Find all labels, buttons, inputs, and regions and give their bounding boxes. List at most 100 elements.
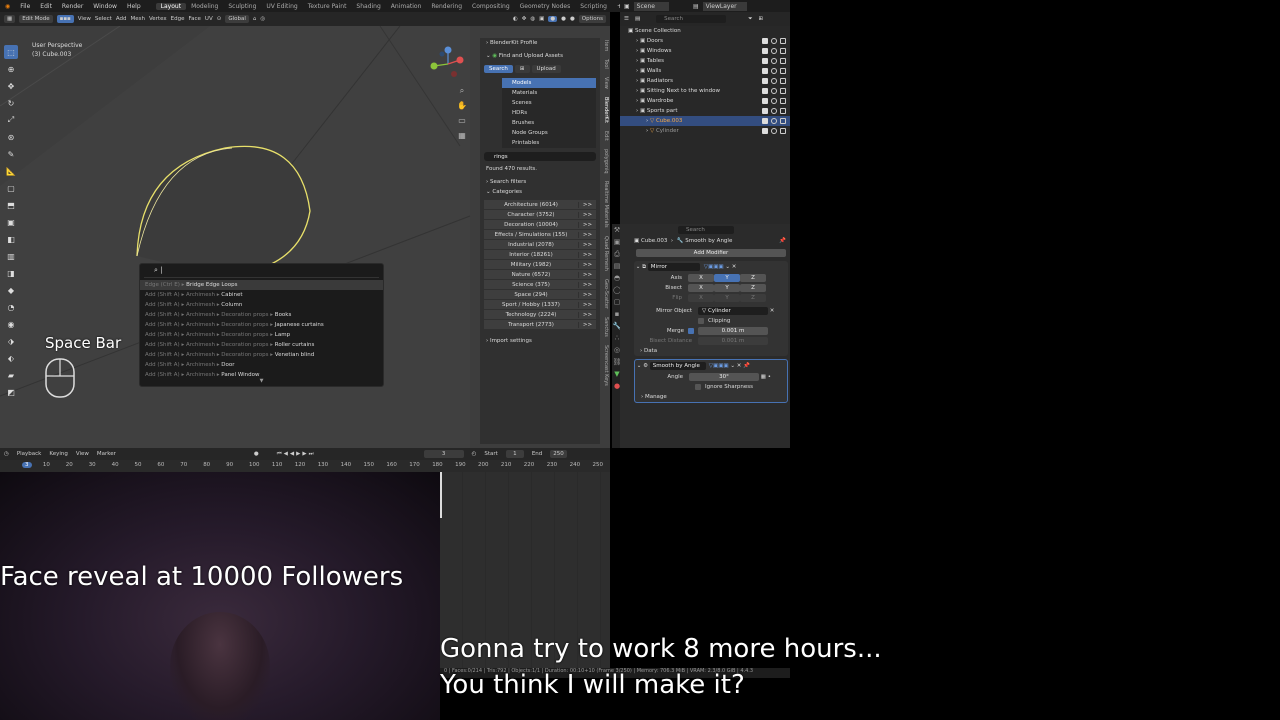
search-result-item[interactable]: Add (Shift A) ▸ Archimesh ▸ Decoration p… (140, 340, 383, 350)
menu-add[interactable]: Add (116, 16, 127, 22)
scene-collection[interactable]: ▣ Scene Collection (620, 26, 790, 36)
eye-icon[interactable] (771, 128, 777, 134)
tab-upload[interactable]: Upload (531, 65, 561, 73)
checkbox-icon[interactable] (762, 68, 768, 74)
flip-z[interactable]: Z (740, 294, 766, 302)
spin-icon[interactable]: ◔ (4, 300, 18, 314)
sidebar-tab[interactable]: Screencast Keys (603, 345, 609, 386)
clipping-checkbox[interactable] (698, 318, 704, 324)
category-expand-button[interactable]: >> (578, 311, 596, 318)
category-expand-button[interactable]: >> (578, 231, 596, 238)
eye-icon[interactable] (771, 118, 777, 124)
ignore-sharpness-checkbox[interactable] (695, 384, 701, 390)
category-expand-button[interactable]: >> (578, 201, 596, 208)
menu-edge[interactable]: Edge (171, 16, 185, 22)
tab-texture-paint[interactable]: Texture Paint (303, 3, 352, 10)
timeline-editor-icon[interactable]: ◷ (4, 451, 9, 457)
sidebar-tab[interactable]: Edit (603, 131, 609, 141)
camera-icon[interactable] (780, 98, 786, 104)
add-modifier-button[interactable]: Add Modifier (636, 249, 786, 257)
scroll-down-icon[interactable]: ▼ (140, 378, 383, 384)
manage-subpanel[interactable]: › Manage (635, 392, 787, 402)
eye-icon[interactable] (771, 68, 777, 74)
add-cube-icon[interactable]: ▢ (4, 181, 18, 195)
checkbox-icon[interactable] (762, 88, 768, 94)
asset-type-item[interactable]: Brushes (502, 118, 596, 128)
smooth-icon[interactable]: ◉ (4, 317, 18, 331)
eye-icon[interactable] (771, 88, 777, 94)
eye-icon[interactable] (771, 108, 777, 114)
cursor-icon[interactable]: ⊕ (4, 62, 18, 76)
menu-mesh[interactable]: Mesh (130, 16, 144, 22)
bisect-x[interactable]: X (688, 284, 714, 292)
checkbox-icon[interactable] (762, 38, 768, 44)
tab-search[interactable]: Search (484, 65, 513, 73)
menu-face[interactable]: Face (188, 16, 200, 22)
merge-distance-field[interactable]: 0.001 m (698, 327, 768, 335)
eye-icon[interactable] (771, 78, 777, 84)
shading-solid-icon[interactable]: ● (548, 16, 558, 22)
chevron-down-icon[interactable]: ⌄ (634, 264, 642, 270)
shrink-fatten-icon[interactable]: ⬖ (4, 351, 18, 365)
tab-shading[interactable]: Shading (351, 3, 385, 10)
axis-x[interactable]: X (688, 274, 714, 282)
shear-icon[interactable]: ▰ (4, 368, 18, 382)
category-expand-button[interactable]: >> (578, 221, 596, 228)
filter-icon[interactable]: ⏷ (748, 16, 752, 23)
display-mode-icon[interactable]: ▤ (629, 16, 640, 22)
sidebar-tab[interactable]: View (603, 77, 609, 89)
ortho-grid-icon[interactable]: ▦ (456, 131, 468, 143)
menu-file[interactable]: File (15, 3, 35, 10)
pin-icon[interactable]: 📌 (741, 363, 750, 369)
blenderkit-search-input[interactable]: rings (484, 152, 596, 161)
camera-icon[interactable] (780, 88, 786, 94)
checkbox-icon[interactable] (762, 48, 768, 54)
outliner-item[interactable]: › ▣ Sitting Next to the window (620, 86, 790, 96)
categories-toggle[interactable]: ⌄ Categories (480, 187, 600, 197)
bisect-y[interactable]: Y (714, 284, 740, 292)
search-result-item[interactable]: Add (Shift A) ▸ Archimesh ▸ Door (140, 360, 383, 370)
tab-scripting[interactable]: Scripting (575, 3, 612, 10)
category-expand-button[interactable]: >> (578, 301, 596, 308)
scene-name[interactable]: Scene (633, 1, 669, 11)
checkbox-icon[interactable] (762, 58, 768, 64)
search-result-item[interactable]: Add (Shift A) ▸ Archimesh ▸ Decoration p… (140, 320, 383, 330)
tab-modeling[interactable]: Modeling (186, 3, 223, 10)
menu-select[interactable]: Select (95, 16, 112, 22)
checkbox-icon[interactable] (762, 108, 768, 114)
search-result-item[interactable]: Add (Shift A) ▸ Archimesh ▸ Cabinet (140, 290, 383, 300)
category-item[interactable]: Sport / Hobby (1337) >> (484, 300, 596, 310)
sidebar-tab[interactable]: BlenderKit (603, 97, 609, 123)
camera-icon[interactable] (780, 48, 786, 54)
category-item[interactable]: Science (375) >> (484, 280, 596, 290)
scale-icon[interactable]: ⤢ (4, 113, 18, 127)
checkbox-icon[interactable] (762, 98, 768, 104)
poly-build-icon[interactable]: ◆ (4, 283, 18, 297)
outliner-item[interactable]: › ▣ Sports part (620, 106, 790, 116)
checkbox-icon[interactable] (762, 118, 768, 124)
menu-search-input[interactable]: ⌕ | (144, 266, 379, 278)
loop-cut-icon[interactable]: ▥ (4, 249, 18, 263)
category-expand-button[interactable]: >> (578, 291, 596, 298)
category-item[interactable]: Decoration (10004) >> (484, 220, 596, 230)
camera-icon[interactable] (780, 38, 786, 44)
tab-sculpting[interactable]: Sculpting (223, 3, 261, 10)
outliner-item[interactable]: › ▣ Tables (620, 56, 790, 66)
timeline-ruler[interactable]: 3 10 20 30 40 50 60 70 80 90 100 110 120 130 140 150 160… (0, 460, 610, 472)
knife-icon[interactable]: ◨ (4, 266, 18, 280)
category-expand-button[interactable]: >> (578, 281, 596, 288)
search-filters-toggle[interactable]: › Search filters (480, 177, 600, 187)
menu-edit[interactable]: Edit (35, 3, 57, 10)
tab-layout[interactable]: Layout (155, 2, 187, 10)
record-icon[interactable]: ● (254, 451, 259, 457)
search-result-item[interactable]: Add (Shift A) ▸ Archimesh ▸ Decoration p… (140, 350, 383, 360)
camera-icon[interactable] (780, 108, 786, 114)
shading-material-icon[interactable]: ● (561, 16, 566, 22)
playhead[interactable] (440, 472, 442, 518)
axis-y[interactable]: Y (714, 274, 740, 282)
rotate-icon[interactable]: ↻ (4, 96, 18, 110)
category-item[interactable]: Military (1982) >> (484, 260, 596, 270)
orientation-select[interactable]: Global (225, 15, 249, 23)
blender-logo-icon[interactable]: ◉ (0, 3, 15, 10)
mirror-name-field[interactable]: Mirror (647, 263, 700, 271)
